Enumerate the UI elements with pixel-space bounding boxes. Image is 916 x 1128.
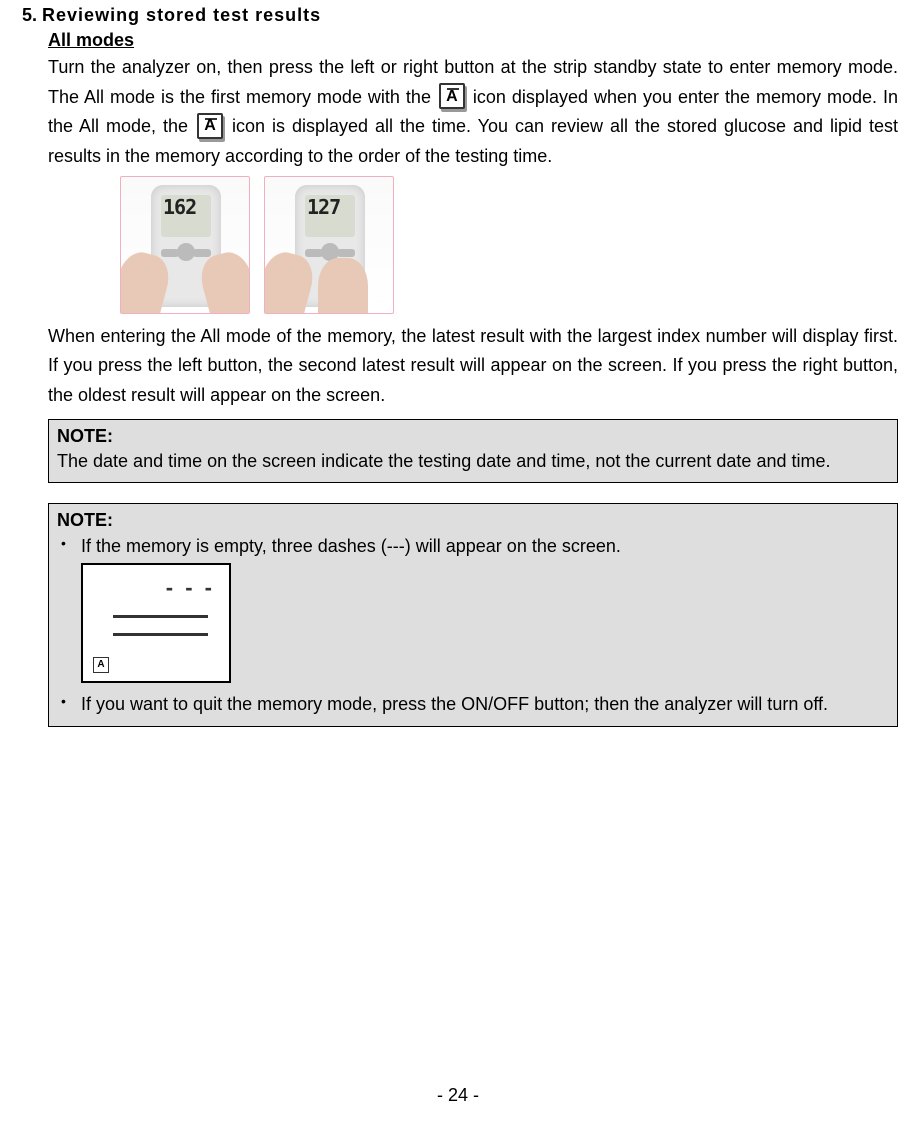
section-number: 5. <box>22 5 37 25</box>
device-image-1: 162 <box>120 176 250 314</box>
subheading-all-modes: All modes <box>48 30 898 51</box>
note-1-label: NOTE: <box>57 424 889 449</box>
device-images-row: 162 127 <box>120 176 898 314</box>
paragraph-intro: Turn the analyzer on, then press the lef… <box>48 53 898 172</box>
section-title: Reviewing stored test results <box>42 5 321 25</box>
device-2-reading: 127 <box>307 197 353 217</box>
page-number: - 24 - <box>0 1085 916 1106</box>
all-mode-icon: A <box>197 113 223 139</box>
note-box-2: NOTE: If the memory is empty, three dash… <box>48 503 898 726</box>
icon-letter: A <box>204 113 216 139</box>
section-heading: 5. Reviewing stored test results <box>18 5 898 26</box>
note-1-text: The date and time on the screen indicate… <box>57 449 889 474</box>
note-2-item-2: If you want to quit the memory mode, pre… <box>57 691 889 717</box>
note-box-1: NOTE: The date and time on the screen in… <box>48 419 898 483</box>
dashes-text: - - - <box>166 573 215 604</box>
icon-letter: A <box>446 84 458 110</box>
all-mode-icon: A <box>439 83 465 109</box>
note-2-item-1: If the memory is empty, three dashes (--… <box>57 533 889 559</box>
device-image-2: 127 <box>264 176 394 314</box>
paragraph-navigation: When entering the All mode of the memory… <box>48 322 898 411</box>
all-mode-icon-small: A <box>93 657 109 673</box>
device-1-reading: 162 <box>163 197 209 217</box>
empty-memory-screen: - - - A <box>81 563 231 683</box>
note-2-label: NOTE: <box>57 508 889 533</box>
